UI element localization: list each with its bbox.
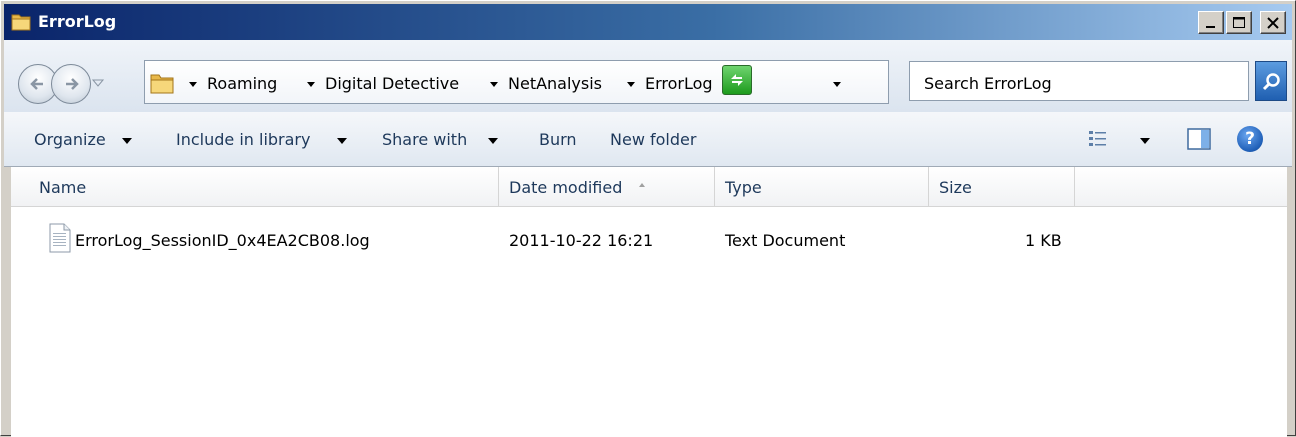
close-button[interactable]	[1260, 11, 1286, 34]
help-icon[interactable]: ?	[1237, 126, 1263, 152]
forward-arrow-icon	[66, 78, 79, 90]
forward-button[interactable]	[51, 64, 91, 104]
breadcrumb-roaming[interactable]: Roaming	[207, 74, 277, 93]
breadcrumb-digital-detective[interactable]: Digital Detective	[325, 74, 459, 93]
title-bar[interactable]: ErrorLog	[4, 4, 1292, 40]
back-arrow-icon	[30, 78, 43, 90]
minimize-button[interactable]	[1198, 11, 1224, 34]
chevron-down-icon[interactable]	[307, 82, 315, 87]
breadcrumb-errorlog[interactable]: ErrorLog	[645, 74, 713, 93]
column-header-date-modified[interactable]: Date modified	[499, 167, 715, 207]
share-with-button[interactable]: Share with	[382, 130, 467, 149]
address-row: Roaming Digital Detective NetAnalysis Er…	[4, 40, 1292, 112]
chevron-down-icon	[337, 138, 347, 144]
column-header-type[interactable]: Type	[715, 167, 929, 207]
file-date-modified: 2011-10-22 16:21	[509, 231, 654, 250]
maximize-icon	[1233, 17, 1245, 28]
close-icon	[1267, 17, 1279, 29]
include-in-library-button[interactable]: Include in library	[176, 130, 310, 149]
sort-ascending-icon	[639, 183, 645, 187]
maximize-button[interactable]	[1226, 11, 1252, 34]
new-folder-button[interactable]: New folder	[610, 130, 696, 149]
chevron-down-icon	[122, 138, 132, 144]
folder-icon	[10, 11, 32, 33]
search-icon	[1262, 73, 1280, 91]
file-type: Text Document	[725, 231, 846, 250]
minimize-icon	[1206, 26, 1215, 28]
list-item[interactable]: ErrorLog_SessionID_0x4EA2CB08.log 2011-1…	[11, 219, 1287, 259]
view-options-dropdown-icon[interactable]	[1140, 138, 1150, 144]
chevron-down-icon[interactable]	[627, 82, 635, 87]
window-title: ErrorLog	[38, 12, 117, 31]
search-button[interactable]	[1255, 61, 1287, 101]
address-history-dropdown-icon[interactable]	[833, 82, 841, 87]
column-header-empty	[1075, 167, 1287, 207]
file-name: ErrorLog_SessionID_0x4EA2CB08.log	[75, 231, 370, 250]
address-bar[interactable]: Roaming Digital Detective NetAnalysis Er…	[144, 60, 889, 104]
folder-icon	[150, 74, 174, 94]
text-document-icon	[49, 223, 71, 253]
refresh-button[interactable]	[722, 65, 752, 95]
chevron-down-icon[interactable]	[490, 82, 498, 87]
breadcrumb-netanalysis[interactable]: NetAnalysis	[508, 74, 602, 93]
search-placeholder: Search ErrorLog	[924, 74, 1052, 93]
column-header-row: Name Date modified Type Size	[11, 167, 1287, 207]
file-size: 1 KB	[1025, 231, 1062, 250]
command-bar: Organize Include in library Share with B…	[4, 112, 1292, 167]
organize-button[interactable]: Organize	[34, 130, 106, 149]
refresh-icon	[731, 74, 743, 86]
column-header-size[interactable]: Size	[929, 167, 1075, 207]
recent-pages-dropdown-icon[interactable]	[92, 78, 104, 88]
search-input[interactable]: Search ErrorLog	[909, 61, 1249, 101]
file-list: Name Date modified Type Size ErrorLog_Se…	[11, 167, 1287, 437]
chevron-down-icon[interactable]	[189, 82, 197, 87]
chevron-down-icon	[488, 138, 498, 144]
burn-button[interactable]: Burn	[539, 130, 577, 149]
explorer-window: ErrorLog Roaming Digital Detective NetAn…	[0, 0, 1296, 437]
column-header-name[interactable]: Name	[11, 167, 499, 207]
preview-pane-icon[interactable]	[1187, 127, 1211, 151]
change-view-icon[interactable]	[1088, 129, 1108, 149]
